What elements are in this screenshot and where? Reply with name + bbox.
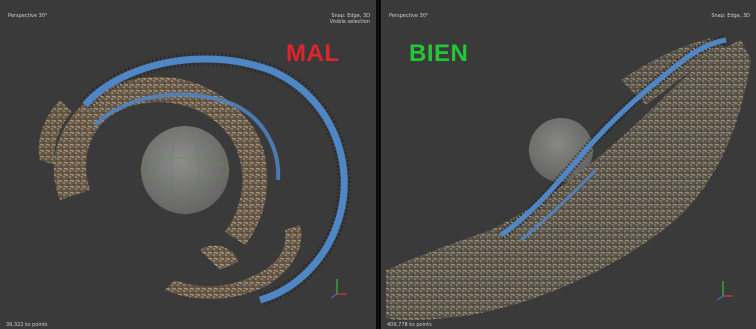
viewport-left-projection: Perspective 30° xyxy=(8,13,48,19)
selection-mode: Visible selection xyxy=(329,19,370,25)
viewport-right-snap-info: Snap: Edge, 3D xyxy=(711,13,750,19)
viewport-right-projection: Perspective 30° xyxy=(389,13,429,19)
viewport-right[interactable]: Perspective 30° Snap: Edge, 3D 409,778 k… xyxy=(381,0,756,329)
viewport-left-point-count: 39,322 ks points xyxy=(6,322,48,328)
viewport-left-snap-info: Snap: Edge, 3D Visible selection xyxy=(330,13,370,25)
label-good: BIEN xyxy=(409,40,469,67)
snap-mode: Snap: Edge, 3D xyxy=(711,13,750,19)
label-bad: MAL xyxy=(286,40,340,67)
viewport-left[interactable]: Perspective 30° Snap: Edge, 3D Visible s… xyxy=(0,0,376,329)
viewport-right-point-count: 409,778 ks points xyxy=(387,322,432,328)
navigation-sphere-icon xyxy=(140,125,230,215)
dual-viewport-container: Perspective 30° Snap: Edge, 3D Visible s… xyxy=(0,0,756,329)
axis-gizmo-icon xyxy=(716,281,733,301)
axis-gizmo-icon xyxy=(330,279,347,299)
